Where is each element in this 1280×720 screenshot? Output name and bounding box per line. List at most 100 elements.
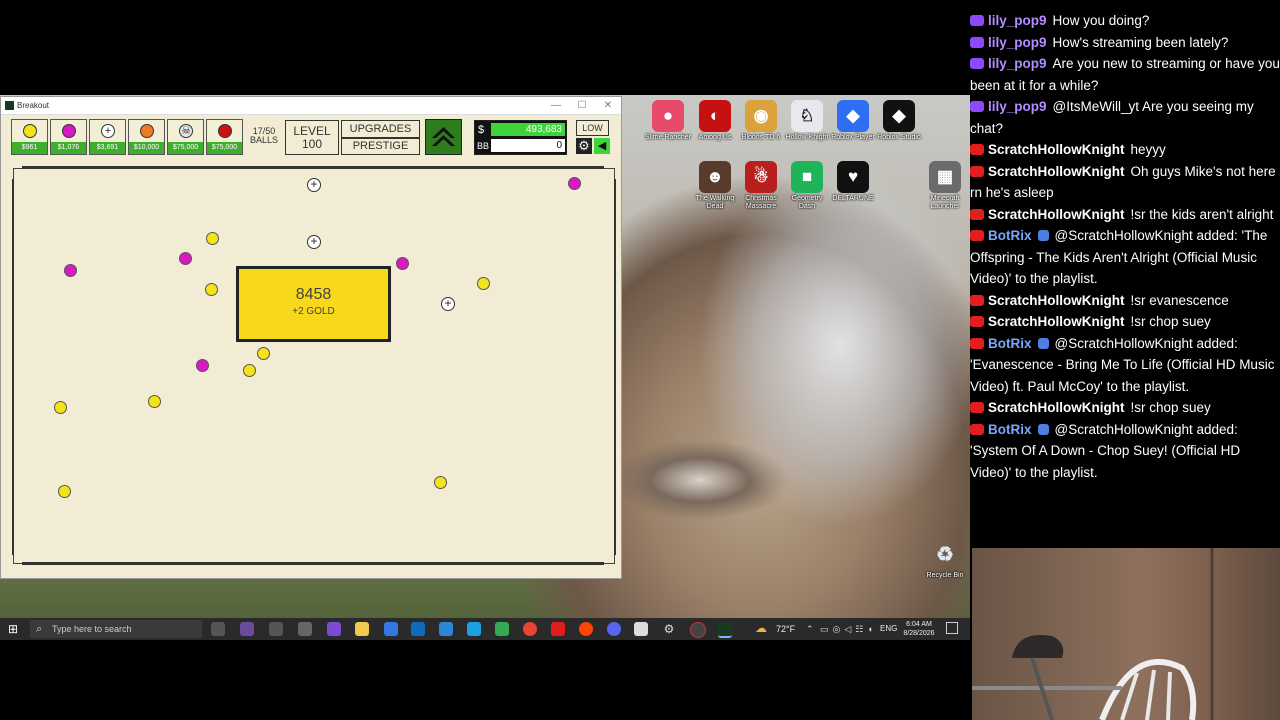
drive-icon[interactable] [495, 622, 509, 636]
chevron-up-icon [432, 127, 455, 146]
taskbar-app-icon[interactable] [327, 622, 341, 636]
obs-icon[interactable] [690, 622, 706, 638]
chat-text: !sr chop suey [1130, 314, 1211, 329]
desktop-icon-roblox-studio[interactable]: ◆ Roblox Studio [875, 100, 923, 142]
breakout-window[interactable]: Breakout — ☐ ✕ $961 $1,076 + $3,691 $10,… [0, 96, 622, 579]
buy-basic-ball-button[interactable]: $961 [11, 119, 48, 155]
prestige-rank-button[interactable] [425, 119, 462, 155]
search-icon: ⌕ [36, 623, 43, 635]
weather-icon: ☁ [755, 621, 767, 635]
chat-text: How you doing? [1052, 13, 1150, 28]
desktop-icon-recycle-bin[interactable]: ♻ Recycle Bin [921, 538, 969, 580]
chat-username[interactable]: ScratchHollowKnight [988, 164, 1125, 179]
left-wall [12, 179, 14, 555]
chat-username[interactable]: ScratchHollowKnight [988, 314, 1125, 329]
desktop-icon-walking-dead[interactable]: ☻ The Walking Dead [691, 161, 739, 211]
file-explorer-icon[interactable] [355, 622, 369, 636]
chrome-icon[interactable] [523, 622, 537, 636]
taskbar-app-icon[interactable] [269, 622, 283, 636]
youtube-icon [970, 402, 984, 413]
christmas-massacre-icon: ☃ [745, 161, 777, 193]
start-windows-icon[interactable]: ⊞ [8, 622, 22, 636]
chat-text: How's streaming been lately? [1052, 34, 1229, 50]
chat-username[interactable]: lily_pop9 [988, 99, 1047, 114]
chat-text: !sr evanescence [1130, 292, 1229, 308]
maximize-button[interactable]: ☐ [569, 100, 595, 111]
reddit-icon[interactable] [579, 622, 593, 636]
desktop-icon-bloons[interactable]: ◉ Bloons TD 6 [737, 100, 785, 142]
chat-message: ScratchHollowKnight Oh guys Mike's not he… [970, 161, 1280, 204]
notepad-icon[interactable] [634, 622, 648, 636]
chat-text: heyyy [1130, 142, 1166, 157]
taskbar-app-icon[interactable] [384, 622, 398, 636]
weather-temp[interactable]: 72°F [776, 618, 795, 640]
settings-icon[interactable]: ⚙ [662, 622, 676, 636]
slime-rancher-icon: ● [652, 100, 684, 132]
settings-gear-icon[interactable]: ⚙ [576, 138, 592, 154]
desktop-icon-christmas-massacre[interactable]: ☃ Christmas Massacre [737, 161, 785, 211]
plasma-ball [64, 264, 77, 277]
basic-ball [58, 485, 71, 498]
chat-username[interactable]: lily_pop9 [988, 56, 1047, 71]
chat-username[interactable]: ScratchHollowKnight [988, 400, 1125, 415]
buy-scatter-ball-button[interactable]: + $3,691 [89, 119, 126, 155]
chat-username[interactable]: lily_pop9 [988, 35, 1047, 50]
desktop-icon-hollow-knight[interactable]: ♘ Hollow Knight [783, 100, 831, 142]
twitch-icon [970, 36, 984, 48]
fire-ball-icon [218, 124, 232, 138]
sound-icon[interactable]: ◀ [594, 138, 610, 154]
level-display: LEVEL 100 [285, 120, 339, 155]
plasma-ball-icon [62, 124, 76, 138]
task-view-icon[interactable] [211, 622, 225, 636]
tray-chevron-icon[interactable]: ⌃ [806, 618, 814, 640]
taskbar-search-box[interactable]: ⌕ Type here to search [30, 620, 202, 638]
chat-username[interactable]: ScratchHollowKnight [988, 293, 1125, 308]
clock[interactable]: 6:04 AM 8/28/2026 [903, 620, 935, 638]
mail-icon[interactable] [411, 622, 425, 636]
close-button[interactable]: ✕ [595, 100, 621, 111]
money-symbol: $ [478, 124, 485, 136]
desktop-icon-among-us[interactable]: ◐ Among Us [691, 100, 739, 142]
notifications-icon[interactable] [946, 622, 958, 634]
desktop-icon-deltarune[interactable]: ♥ DELTARUNE [829, 161, 877, 203]
discord-icon[interactable] [607, 622, 621, 636]
plasma-ball [396, 257, 409, 270]
buy-skull-ball-button[interactable]: ☠ $75,000 [167, 119, 204, 155]
brick: 8458 +2 GOLD [236, 266, 391, 342]
buy-fire-ball-button[interactable]: $75,000 [206, 119, 243, 155]
money-value: 493,683 [491, 123, 565, 136]
chat-username[interactable]: ScratchHollowKnight [988, 207, 1125, 222]
quality-toggle-button[interactable]: LOW [576, 120, 609, 136]
prestige-button[interactable]: PRESTIGE [341, 138, 420, 155]
desktop-icon-minecraft[interactable]: ▦ Minecraft Launcher [921, 161, 969, 211]
window-titlebar[interactable]: Breakout — ☐ ✕ [1, 97, 621, 115]
tray-icons[interactable]: ▭◎◁☷◖ [820, 618, 877, 640]
desktop-icon-roblox-player[interactable]: ◆ Roblox Player [829, 100, 877, 142]
buy-plasma-ball-button[interactable]: $1,076 [50, 119, 87, 155]
buy-cannon-ball-button[interactable]: $10,000 [128, 119, 165, 155]
desktop-icon-slime-rancher[interactable]: ● Slime Rancher [644, 100, 692, 142]
chat-username[interactable]: ScratchHollowKnight [988, 142, 1125, 157]
store-icon[interactable] [439, 622, 453, 636]
minimize-button[interactable]: — [543, 100, 569, 111]
play-field[interactable]: 8458 +2 GOLD + + + [12, 166, 616, 565]
taskbar-app-icon[interactable] [240, 622, 254, 636]
chat-list: lily_pop9 How you doing? lily_pop9 How's st… [970, 10, 1280, 483]
chat-message: BotRix @ScratchHollowKnight added: 'The O… [970, 225, 1280, 290]
chat-username[interactable]: BotRix [988, 336, 1032, 351]
breakout-taskbar-icon[interactable] [718, 622, 732, 638]
chat-message: BotRix @ScratchHollowKnight added: 'Evane… [970, 333, 1280, 398]
language-indicator[interactable]: ENG [880, 618, 897, 640]
chat-username[interactable]: lily_pop9 [988, 13, 1047, 28]
youtube-icon[interactable] [551, 622, 565, 636]
chat-username[interactable]: BotRix [988, 422, 1032, 437]
youtube-icon [970, 165, 984, 177]
hollow-knight-icon: ♘ [791, 100, 823, 132]
edge-icon[interactable] [467, 622, 481, 636]
taskbar-app-icon[interactable] [298, 622, 312, 636]
chat-message: lily_pop9 @ItsMeWill_yt Are you seeing my… [970, 96, 1280, 139]
twitch-icon [970, 15, 984, 26]
chat-username[interactable]: BotRix [988, 228, 1032, 243]
desktop-icon-geometry-dash[interactable]: ■ Geometry Dash [783, 161, 831, 211]
upgrades-button[interactable]: UPGRADES [341, 120, 420, 138]
